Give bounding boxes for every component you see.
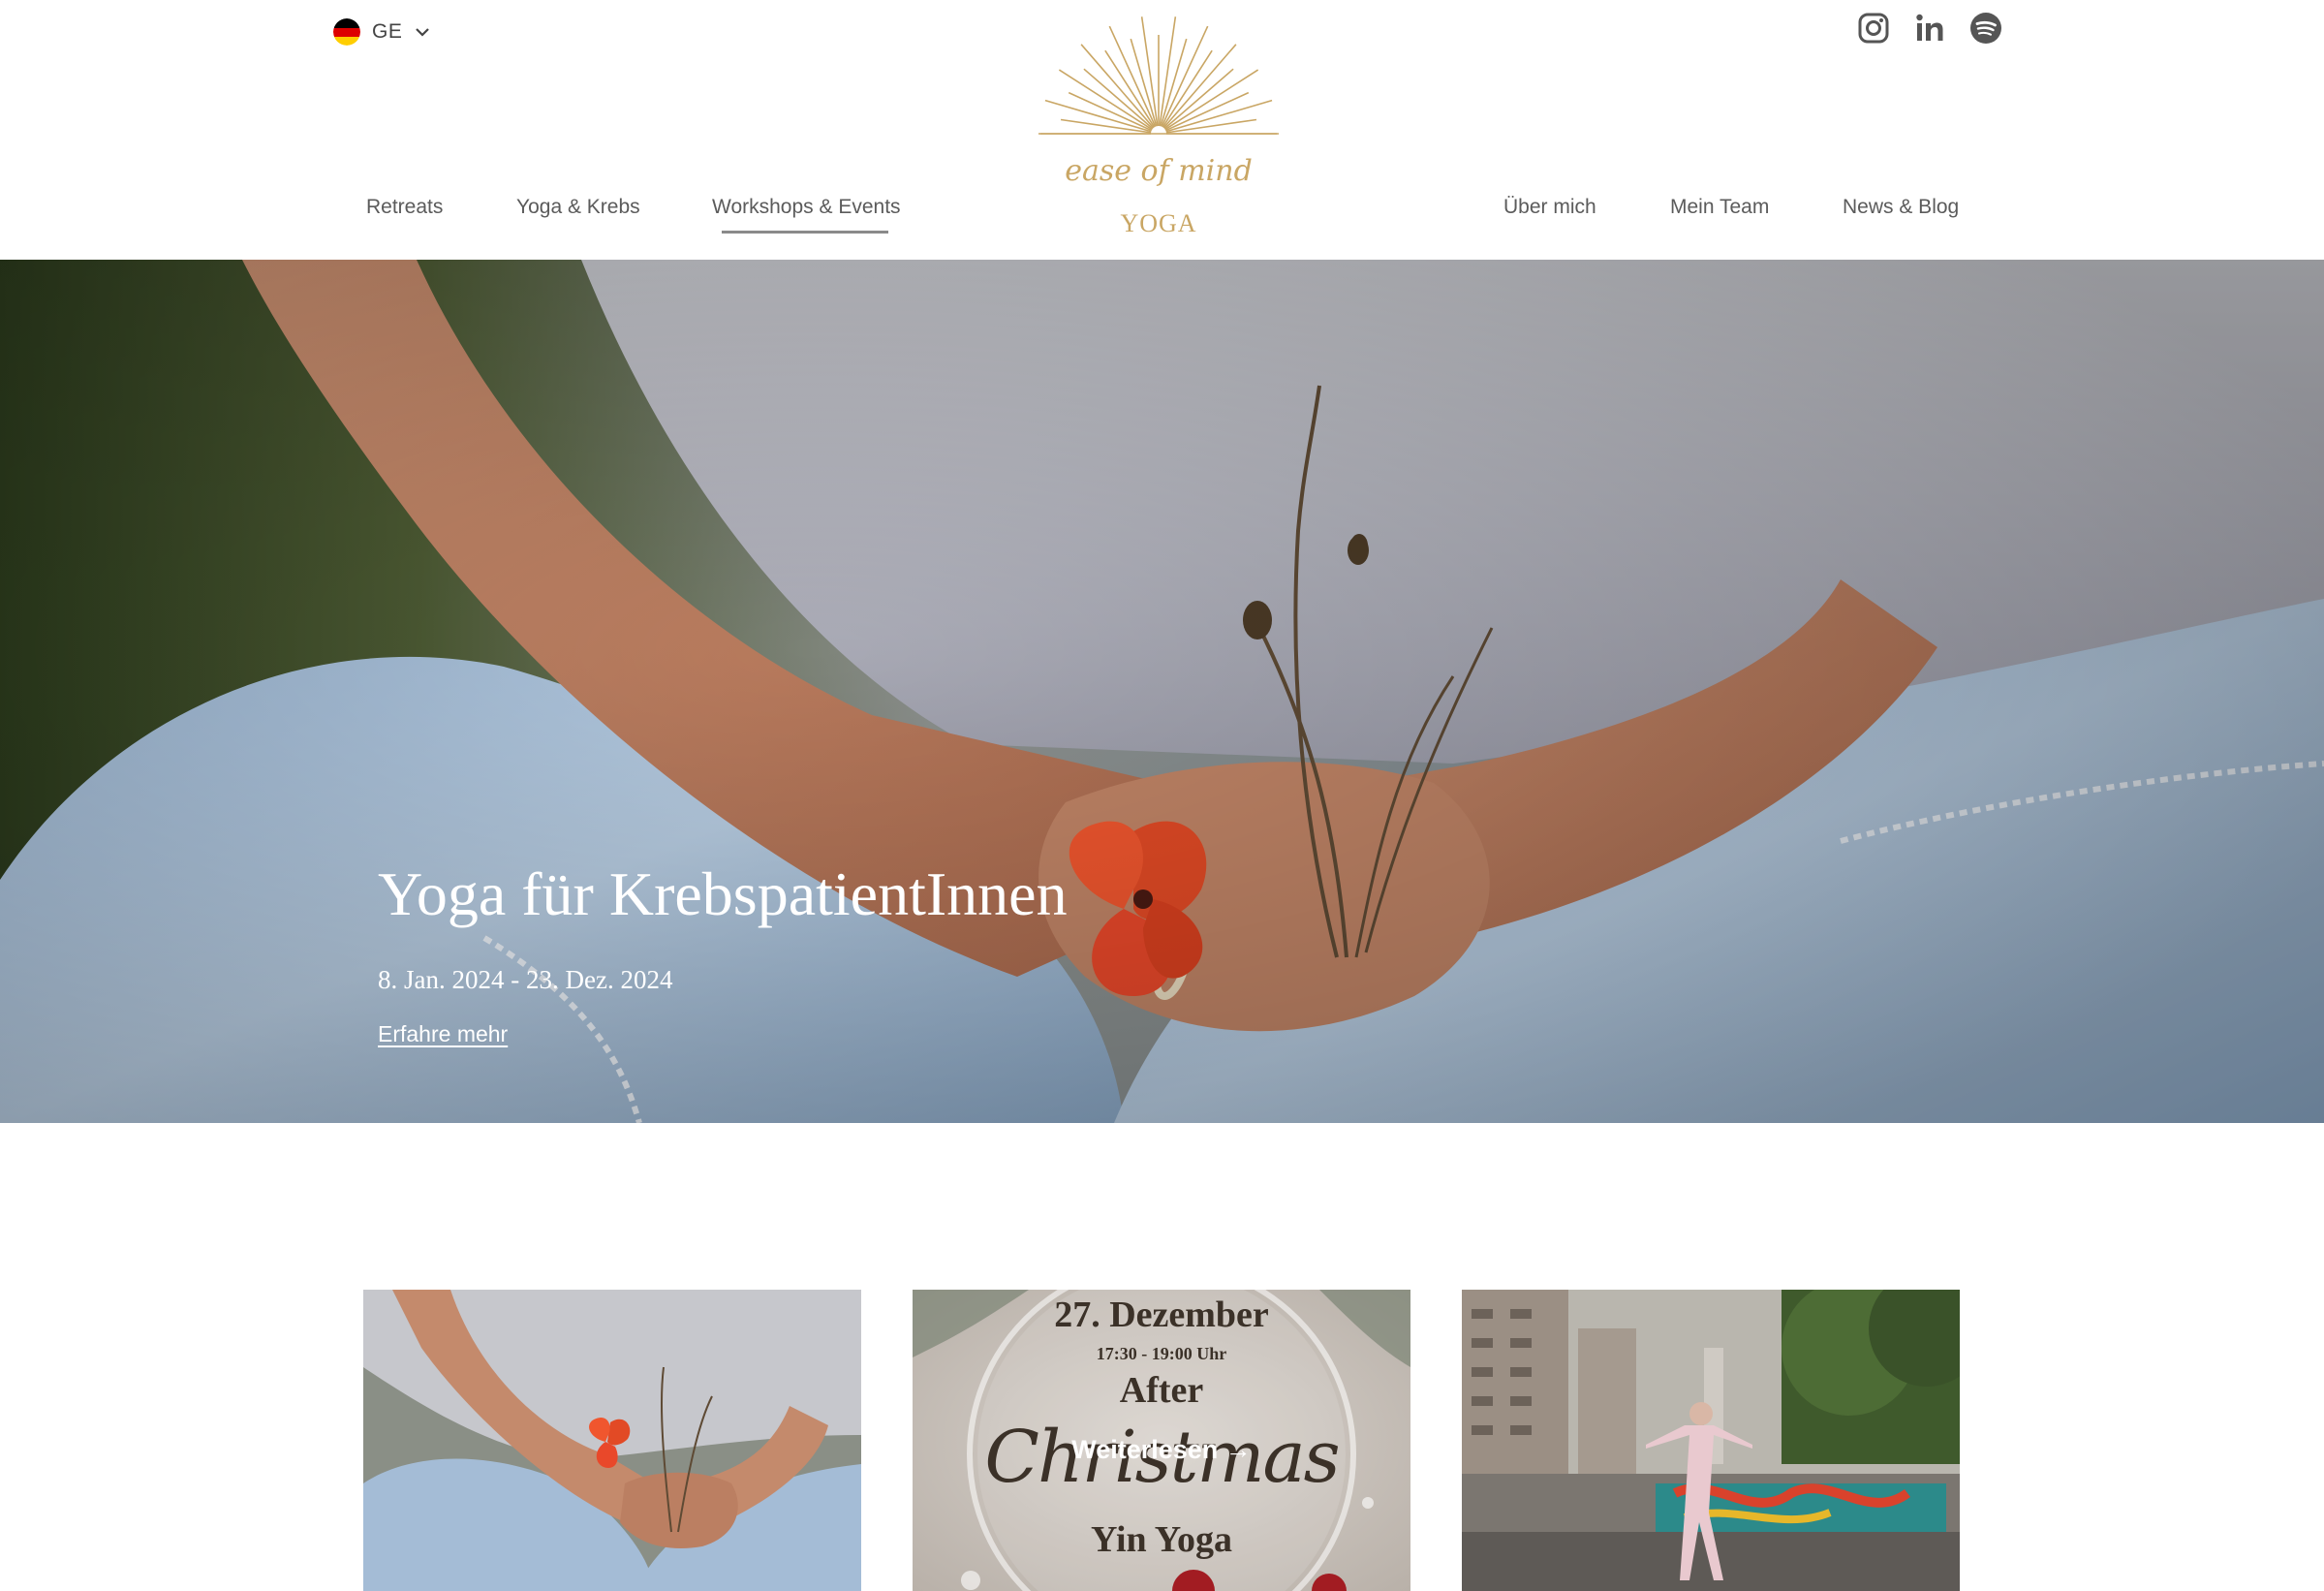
language-code: GE <box>372 20 403 43</box>
hero-banner: Yoga für KrebspatientInnen 8. Jan. 2024 … <box>0 260 2324 1123</box>
nav-yoga-krebs[interactable]: Yoga & Krebs <box>516 196 640 219</box>
card-yoga-krebs[interactable] <box>363 1290 861 1591</box>
logo-script-text: ease of mind <box>1065 154 1253 188</box>
nav-news-blog[interactable]: News & Blog <box>1843 196 1959 219</box>
card-yoga-krebs-image <box>363 1290 861 1591</box>
chevron-down-icon <box>416 28 430 37</box>
language-selector[interactable]: GE <box>333 16 431 48</box>
logo-sun-ray <box>1165 99 1273 133</box>
hero-image <box>0 260 2324 1123</box>
logo-yoga-text: YOGA <box>1120 209 1196 237</box>
logo-sun-ray <box>1060 118 1152 134</box>
logo-sun-ray <box>1159 16 1177 127</box>
logo-sun-ray <box>1164 69 1259 131</box>
germany-flag-icon <box>333 18 360 46</box>
nav-ueber-mich[interactable]: Über mich <box>1503 196 1596 219</box>
card-date: 27. Dezember <box>1054 1295 1269 1335</box>
linkedin-icon[interactable] <box>1913 12 1946 45</box>
active-nav-underline <box>722 231 888 234</box>
ease-of-mind-yoga-logo[interactable]: ease of mind YOGA <box>1035 10 1283 242</box>
hero-title: Yoga für KrebspatientInnen <box>378 859 1068 928</box>
site-header: GE Retreats Yoga & Krebs Workshops & Eve… <box>0 0 2324 260</box>
instagram-icon[interactable] <box>1857 12 1890 45</box>
logo-sun-ray <box>1044 99 1152 133</box>
nav-mein-team[interactable]: Mein Team <box>1670 196 1769 219</box>
card-after: After <box>1119 1370 1204 1411</box>
spotify-icon[interactable] <box>1969 12 2002 45</box>
logo-sun-ray <box>1140 16 1159 127</box>
logo-sun-ray <box>1165 118 1257 134</box>
card-time: 17:30 - 19:00 Uhr <box>1096 1344 1227 1363</box>
card-yin-yoga: Yin Yoga <box>1090 1519 1233 1560</box>
logo-sun-ray <box>1058 69 1153 131</box>
card-after-christmas-yin-yoga[interactable]: 27. Dezember 17:30 - 19:00 Uhr After Chr… <box>913 1290 1410 1591</box>
hero-learn-more-link[interactable]: Erfahre mehr <box>378 1021 508 1047</box>
nav-workshops-events[interactable]: Workshops & Events <box>712 196 901 219</box>
card-urban-yoga-image <box>1462 1290 1960 1591</box>
nav-retreats[interactable]: Retreats <box>366 196 443 219</box>
card-read-more-link[interactable]: Weiterlesen → <box>913 1435 1410 1465</box>
social-links <box>1857 12 2002 45</box>
card-urban-yoga[interactable] <box>1462 1290 1960 1591</box>
hero-date: 8. Jan. 2024 - 23. Dez. 2024 <box>378 965 673 994</box>
